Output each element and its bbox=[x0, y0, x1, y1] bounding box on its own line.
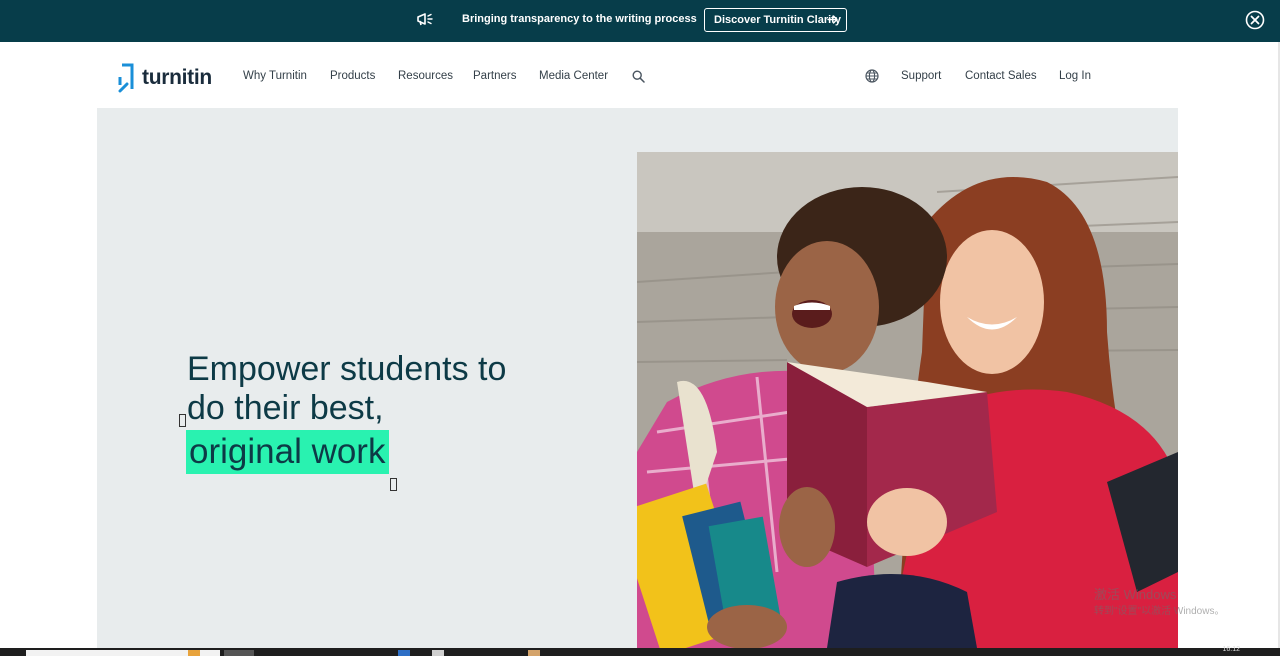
logo-text: turnitin bbox=[142, 66, 212, 89]
headline-line-2: do their best, bbox=[187, 389, 384, 427]
turnitin-logo[interactable]: turnitin bbox=[118, 63, 212, 93]
turnitin-logo-mark-icon bbox=[118, 63, 134, 93]
taskbar-app-icon[interactable] bbox=[432, 650, 444, 656]
nav-link-why-turnitin[interactable]: Why Turnitin bbox=[243, 70, 307, 82]
os-taskbar: 16:12 bbox=[0, 646, 1280, 656]
arrow-right-icon bbox=[827, 15, 838, 24]
text-selection-handle[interactable] bbox=[179, 414, 186, 427]
nav-link-log-in[interactable]: Log In bbox=[1059, 70, 1091, 82]
headline-line-1: Empower students to bbox=[187, 350, 507, 388]
nav-link-contact-sales[interactable]: Contact Sales bbox=[965, 70, 1037, 82]
search-icon[interactable] bbox=[632, 70, 645, 83]
main-nav: turnitin Why Turnitin Products Resources… bbox=[0, 42, 1278, 108]
taskbar-clock[interactable]: 16:12 bbox=[1222, 646, 1240, 653]
watermark-line-1: 激活 Windows bbox=[1094, 587, 1177, 602]
nav-link-resources[interactable]: Resources bbox=[398, 70, 453, 82]
globe-icon[interactable] bbox=[865, 69, 879, 83]
watermark-line-2: 转到"设置"以激活 Windows。 bbox=[1094, 606, 1225, 617]
close-circle-icon[interactable] bbox=[1245, 10, 1265, 30]
hero-section: Empower students to do their best, origi… bbox=[97, 108, 1178, 648]
taskbar-app-icon[interactable] bbox=[528, 650, 540, 656]
discover-clarity-label: Discover Turnitin Clarity bbox=[714, 14, 841, 26]
text-selection-handle[interactable] bbox=[390, 478, 397, 491]
megaphone-icon bbox=[417, 13, 433, 26]
taskbar-app-icon[interactable] bbox=[224, 650, 254, 656]
taskbar-app-icon[interactable] bbox=[398, 650, 410, 656]
nav-link-media-center[interactable]: Media Center bbox=[539, 70, 608, 82]
nav-link-support[interactable]: Support bbox=[901, 70, 941, 82]
taskbar-app-icon[interactable] bbox=[188, 650, 200, 656]
announcement-bar: Bringing transparency to the writing pro… bbox=[0, 0, 1280, 42]
hero-students-photo bbox=[637, 152, 1178, 648]
nav-link-products[interactable]: Products bbox=[330, 70, 375, 82]
windows-activation-watermark: 激活 Windows 转到"设置"以激活 Windows。 bbox=[1094, 586, 1224, 620]
discover-clarity-button[interactable]: Discover Turnitin Clarity bbox=[704, 8, 847, 32]
hero-headline: Empower students to do their best, bbox=[187, 350, 506, 428]
headline-highlight: original work bbox=[186, 430, 390, 474]
nav-link-partners[interactable]: Partners bbox=[473, 70, 516, 82]
announcement-message: Bringing transparency to the writing pro… bbox=[462, 13, 697, 25]
